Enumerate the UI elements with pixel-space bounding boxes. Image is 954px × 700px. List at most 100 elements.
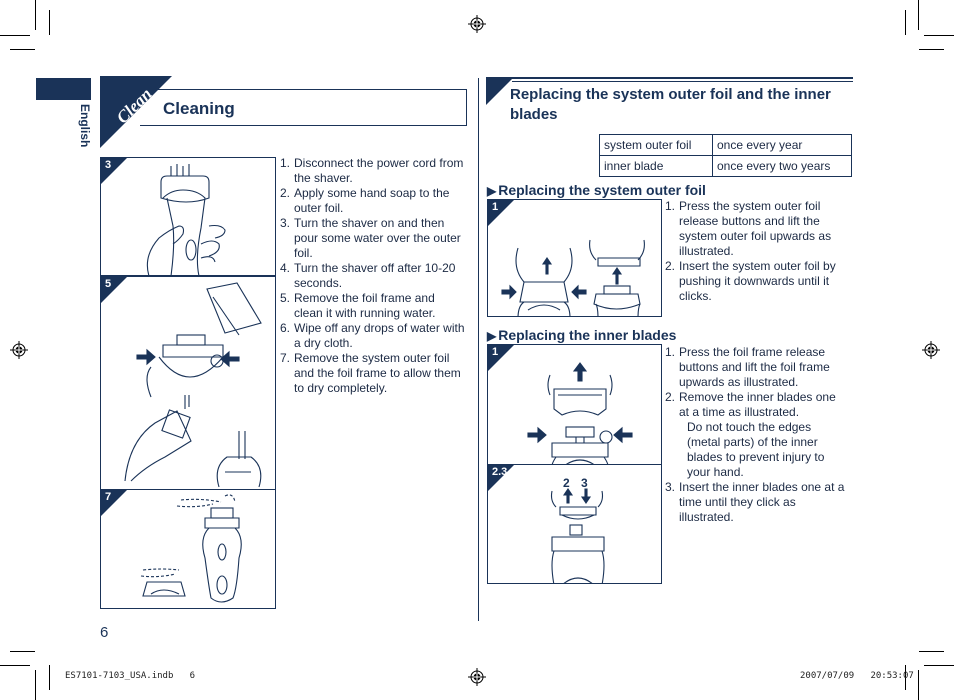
step-number: 3. [665, 480, 676, 494]
step-badge-label: 1 [492, 201, 499, 213]
crop-mark [35, 670, 36, 700]
step-badge-label: 7 [105, 491, 112, 503]
step-text: Remove the inner blades one at a time as… [679, 390, 836, 419]
step-text: Press the foil frame release buttons and… [679, 345, 830, 389]
step-badge-label: 5 [105, 278, 112, 290]
footer-filename: ES7101-7103_USA.indb 6 [65, 671, 196, 681]
table-row: system outer foil once every year [599, 134, 852, 156]
step-number: 7. [280, 351, 291, 365]
pour-water-illustration [146, 164, 226, 275]
illustration-panel-step-7: 7 [100, 489, 276, 609]
step-badge-label: 1 [492, 346, 499, 358]
triangle-right-icon: ▶ [487, 329, 497, 343]
step-text: Turn the shaver on and then pour some wa… [294, 216, 461, 260]
step-number: 5. [280, 291, 291, 305]
list-item: 5. Remove the foil frame and clean it wit… [280, 291, 466, 321]
illustration-panel-inner-blades-1: 1 [487, 344, 662, 465]
registration-mark-icon [922, 341, 940, 359]
list-item: 3. Insert the inner blades one at a time … [665, 480, 847, 525]
outer-foil-steps: 1. Press the system outer foil release bu… [665, 199, 847, 304]
replacement-interval-table: system outer foil once every year inner … [599, 134, 852, 177]
foil-frame-lift-illustration [527, 362, 633, 464]
list-item: 3. Turn the shaver on and then pour some … [280, 216, 466, 261]
dry-parts-illustration [140, 494, 242, 603]
caution-note: Do not touch the edges (metal parts) of … [665, 420, 847, 480]
subsection-heading-outer-foil: ▶ Replacing the system outer foil [487, 182, 706, 198]
crop-mark [918, 670, 919, 700]
table-row: inner blade once every two years [599, 155, 852, 177]
step-badge-label: 3 [105, 159, 112, 171]
language-tab-block [36, 78, 91, 100]
crop-mark [918, 0, 919, 30]
step-text: Insert the inner blades one at a time un… [679, 480, 845, 524]
language-tab: English [78, 104, 92, 154]
step-text: Remove the system outer foil and the foi… [294, 351, 461, 395]
step-text: Press the system outer foil release butt… [679, 199, 832, 258]
section-title: Cleaning [163, 99, 235, 118]
list-item: 7. Remove the system outer foil and the f… [280, 351, 466, 396]
subsection-heading-text: Replacing the inner blades [498, 327, 677, 343]
crop-mark [924, 665, 954, 666]
illustration-panel-step-3: 3 [100, 157, 276, 276]
crop-mark [10, 651, 35, 652]
step-text: Apply some hand soap to the outer foil. [294, 186, 450, 215]
arrow-label: 3 [581, 476, 588, 490]
crop-mark [49, 10, 50, 35]
crop-mark [49, 665, 50, 690]
arrow-label: 2 [563, 476, 570, 490]
list-item: 1. Disconnect the power cord from the sha… [280, 156, 466, 186]
step-text: Wipe off any drops of water with a dry c… [294, 321, 465, 350]
table-cell-part: system outer foil [599, 134, 713, 156]
step-number: 1. [665, 345, 676, 359]
list-item: 2. Remove the inner blades one at a time … [665, 390, 847, 420]
subsection-heading-text: Replacing the system outer foil [498, 182, 706, 198]
outer-foil-illustration [501, 239, 645, 316]
column-divider [478, 78, 479, 621]
step-text: Insert the system outer foil by pushing … [679, 259, 836, 303]
cleaning-steps: 1. Disconnect the power cord from the sha… [280, 156, 466, 396]
step-badge-label: 2.3 [492, 466, 508, 478]
rinse-foil-frame-illustration [124, 282, 262, 488]
crop-mark [919, 49, 944, 50]
header-rule [512, 81, 853, 82]
subsection-heading-inner-blades: ▶ Replacing the inner blades [487, 327, 676, 343]
list-item: 2. Apply some hand soap to the outer foil… [280, 186, 466, 216]
illustration-panel-outer-foil: 1 [487, 199, 662, 317]
table-cell-part: inner blade [599, 155, 713, 177]
step-number: 6. [280, 321, 291, 335]
step-number: 1. [665, 199, 676, 213]
registration-mark-icon [468, 668, 486, 686]
illustration-panel-inner-blades-2-3: 2 3 2.3 [487, 464, 662, 584]
crop-mark [35, 0, 36, 30]
section-title: Replacing the system outer foil and the … [510, 86, 831, 123]
crop-mark [0, 35, 30, 36]
step-number: 4. [280, 261, 291, 275]
step-number: 2. [280, 186, 291, 200]
list-item: 2. Insert the system outer foil by pushin… [665, 259, 847, 304]
crop-mark [10, 49, 35, 50]
crop-mark [924, 35, 954, 36]
registration-mark-icon [10, 341, 28, 359]
table-cell-interval: once every year [712, 134, 852, 156]
list-item: 1. Press the system outer foil release bu… [665, 199, 847, 259]
step-number: 2. [665, 390, 676, 404]
step-number: 3. [280, 216, 291, 230]
step-text: Disconnect the power cord from the shave… [294, 156, 464, 185]
inner-blade-insert-illustration: 2 3 [550, 476, 605, 583]
footer-timestamp: 2007/07/09 20:53:07 [800, 671, 914, 681]
list-item: 6. Wipe off any drops of water with a dry… [280, 321, 466, 351]
page-number: 6 [100, 624, 109, 641]
crop-mark [0, 665, 30, 666]
crop-mark [919, 651, 944, 652]
crop-mark [905, 10, 906, 35]
caution-text: Do not touch the edges (metal parts) of … [687, 420, 825, 479]
illustration-panel-step-5: 5 [100, 276, 276, 490]
clean-badge: Clean [100, 76, 172, 148]
inner-blades-steps: 1. Press the foil frame release buttons a… [665, 345, 847, 525]
language-label: English [78, 104, 92, 148]
registration-mark-icon [468, 15, 486, 33]
header-rule [486, 77, 853, 79]
list-item: 4. Turn the shaver off after 10-20 second… [280, 261, 466, 291]
step-number: 2. [665, 259, 676, 273]
step-number: 1. [280, 156, 291, 170]
